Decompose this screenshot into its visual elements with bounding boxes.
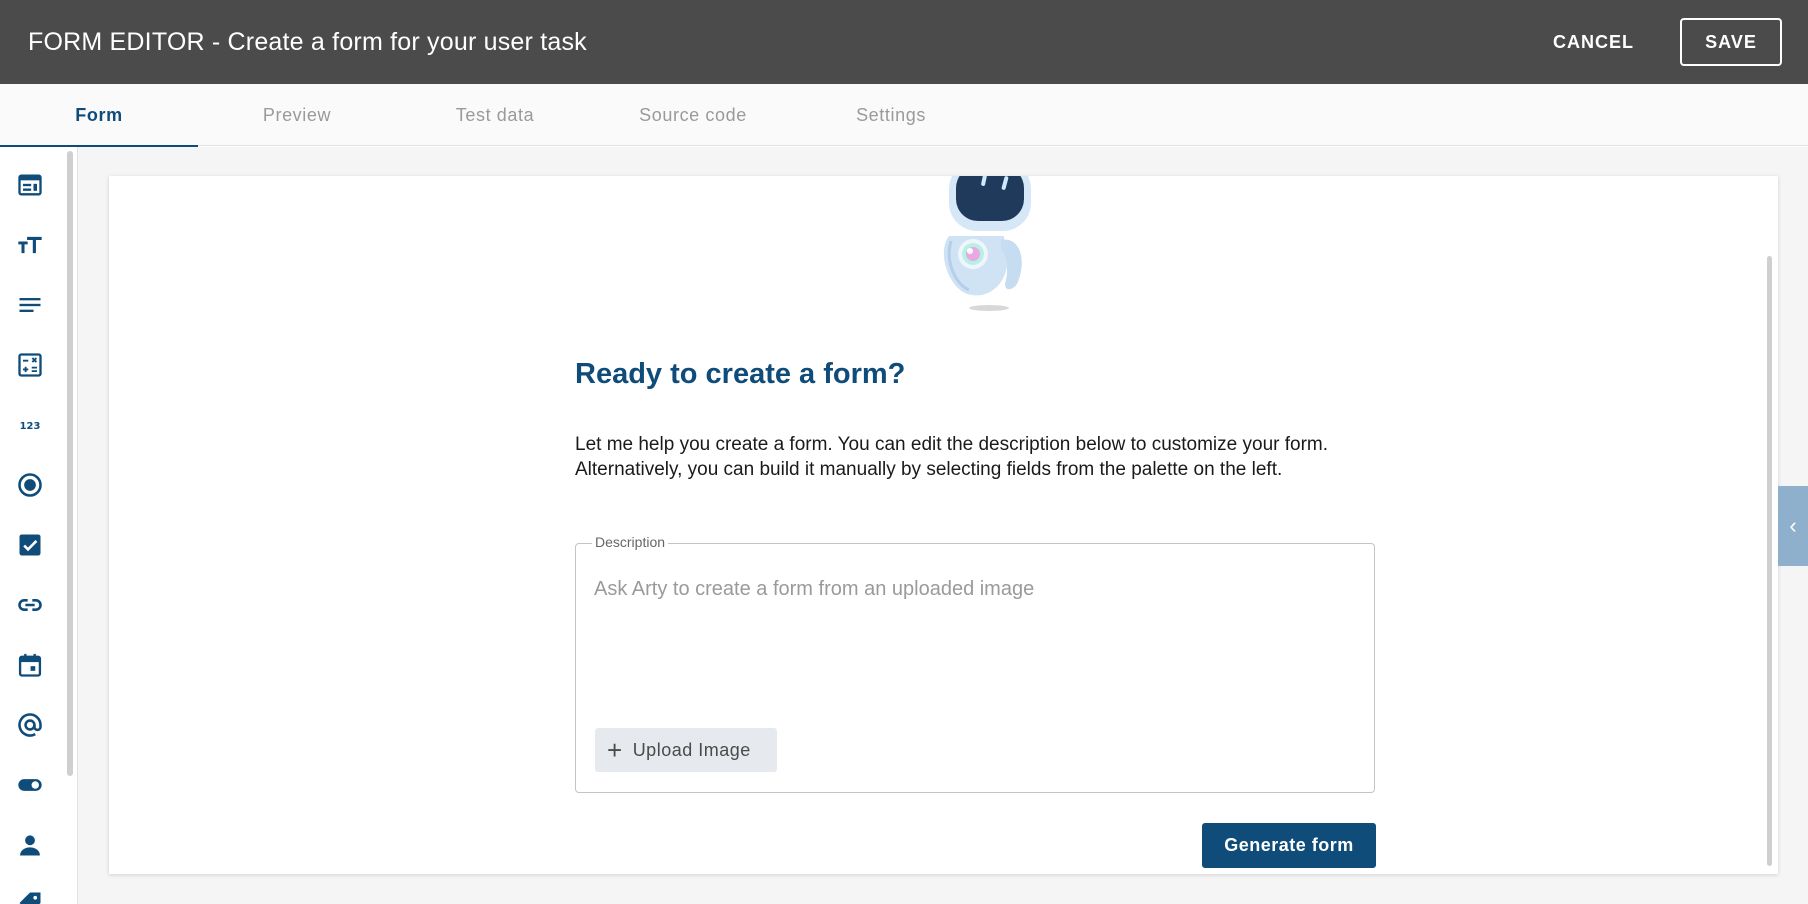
upload-image-button[interactable]: + Upload Image: [595, 728, 777, 772]
tab-preview[interactable]: Preview: [198, 84, 396, 146]
form-canvas: Ready to create a form? Let me help you …: [78, 147, 1808, 904]
field-palette: 123: [0, 147, 78, 904]
generate-form-button[interactable]: Generate form: [1202, 823, 1376, 868]
tab-form[interactable]: Form: [0, 84, 198, 147]
panel-icon[interactable]: [14, 169, 46, 201]
side-panel-toggle[interactable]: ‹: [1778, 486, 1808, 566]
radio-icon[interactable]: [14, 469, 46, 501]
top-bar: FORM EDITOR - Create a form for your use…: [0, 0, 1808, 84]
cancel-button[interactable]: CANCEL: [1543, 22, 1644, 63]
calendar-icon[interactable]: [14, 649, 46, 681]
toggle-icon[interactable]: [14, 769, 46, 801]
checkbox-icon[interactable]: [14, 529, 46, 561]
intro-line-2: Alternatively, you can build it manually…: [575, 459, 1283, 480]
chevron-left-icon: ‹: [1789, 513, 1797, 538]
card-scrollbar[interactable]: [1767, 256, 1772, 866]
tab-bar: Form Preview Test data Source code Setti…: [0, 84, 1808, 147]
form-card: Ready to create a form? Let me help you …: [109, 176, 1778, 874]
save-button[interactable]: SAVE: [1680, 18, 1782, 66]
person-icon[interactable]: [14, 829, 46, 861]
description-label: Description: [592, 534, 669, 550]
palette-scrollbar[interactable]: [67, 151, 73, 776]
header-actions: CANCEL SAVE: [1543, 18, 1782, 66]
calculator-icon[interactable]: [14, 349, 46, 381]
plus-icon: +: [607, 735, 623, 765]
description-input[interactable]: [594, 578, 1354, 601]
intro-line-1: Let me help you create a form. You can e…: [575, 434, 1329, 455]
link-icon[interactable]: [14, 589, 46, 621]
tag-icon[interactable]: [14, 887, 46, 904]
page-title: FORM EDITOR - Create a form for your use…: [28, 27, 587, 56]
robot-illustration: [943, 176, 1031, 311]
upload-image-label: Upload Image: [632, 739, 751, 760]
tab-source-code[interactable]: Source code: [594, 84, 792, 146]
description-field[interactable]: Description + Upload Image: [575, 534, 1375, 793]
page-heading: Ready to create a form?: [575, 358, 906, 390]
tab-settings[interactable]: Settings: [792, 84, 990, 146]
tab-test-data[interactable]: Test data: [396, 84, 594, 146]
svg-text:123: 123: [20, 421, 41, 432]
number-icon[interactable]: 123: [14, 409, 46, 441]
intro-text: Let me help you create a form. You can e…: [575, 432, 1395, 482]
paragraph-icon[interactable]: [14, 289, 46, 321]
email-icon[interactable]: [14, 709, 46, 741]
text-size-icon[interactable]: [14, 229, 46, 261]
